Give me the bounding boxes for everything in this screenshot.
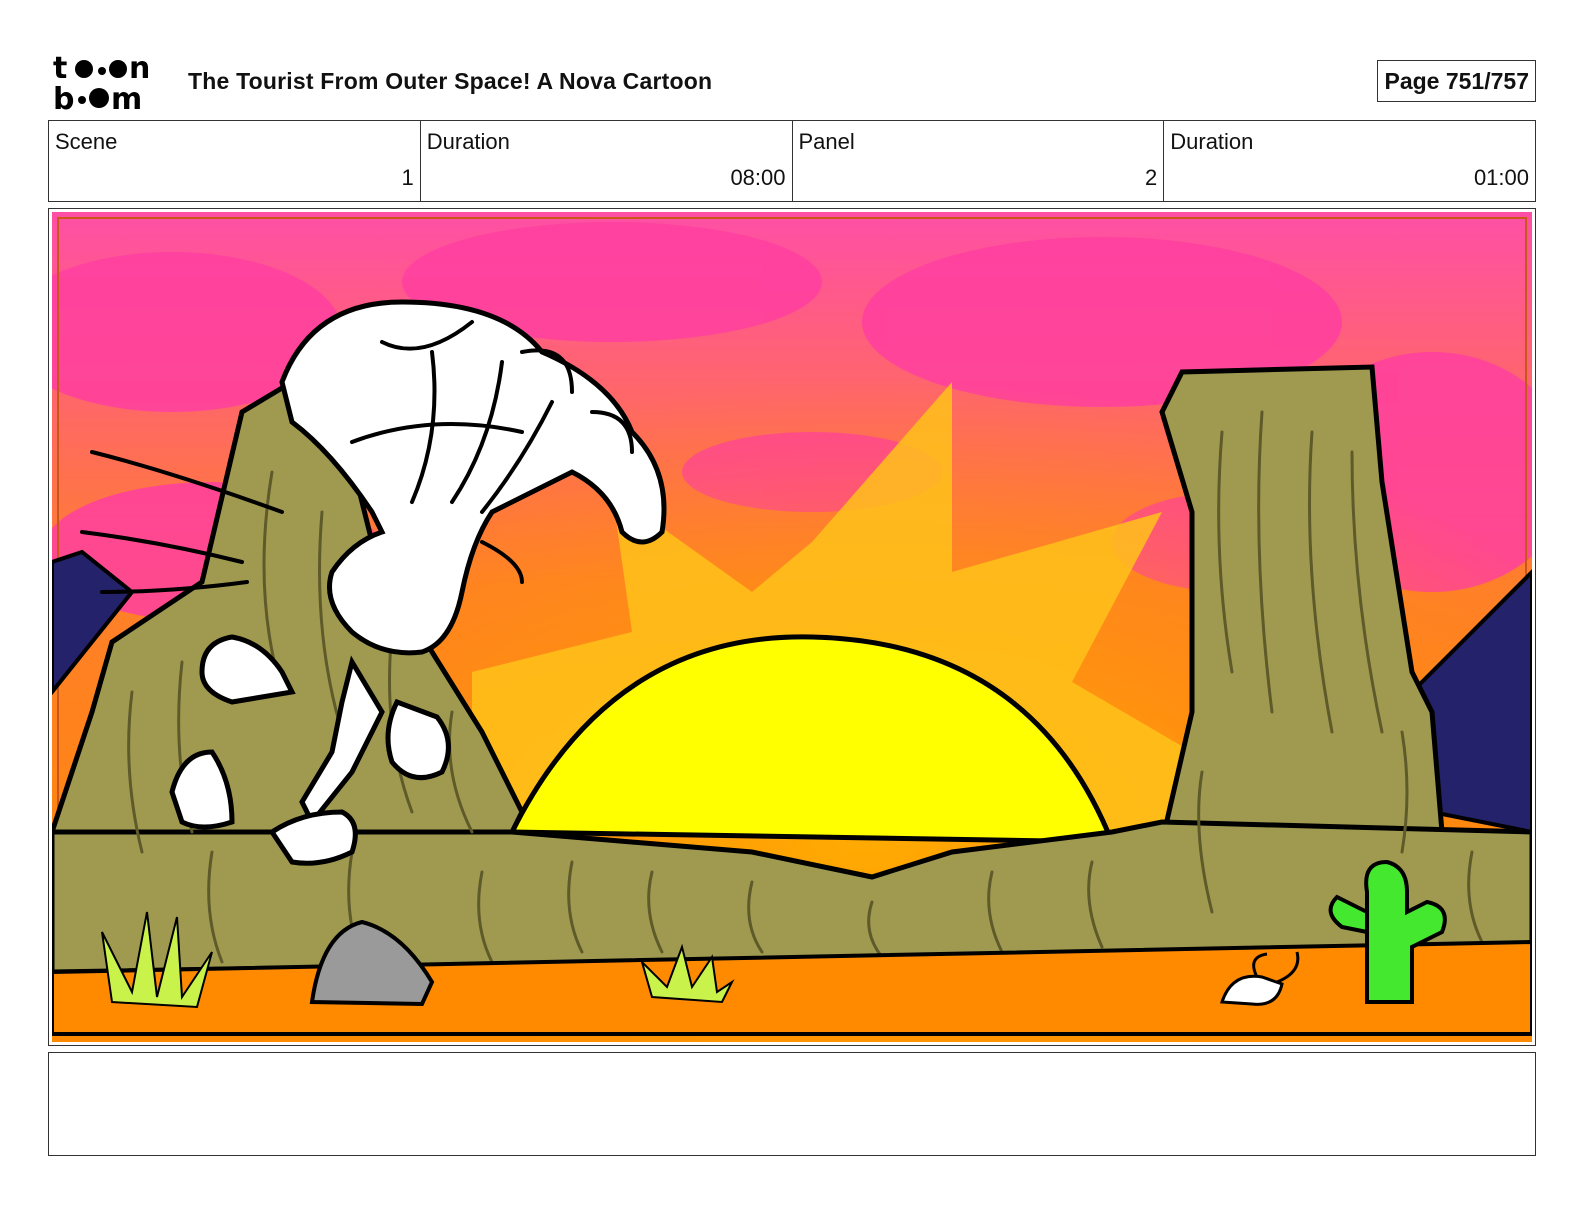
panel-image-frame	[48, 208, 1536, 1046]
scene-duration-cell: Duration 08:00	[421, 121, 793, 201]
panel-value: 2	[1145, 165, 1158, 190]
scene-duration-value: 08:00	[730, 165, 786, 190]
scene-value: 1	[401, 165, 414, 190]
panel-duration-label: Duration	[1170, 129, 1254, 154]
svg-text:m: m	[111, 82, 142, 112]
panel-notes-box[interactable]	[48, 1052, 1536, 1156]
scene-duration-label: Duration	[426, 129, 510, 154]
svg-text:b: b	[53, 82, 74, 112]
panel-cell: Panel 2	[793, 121, 1165, 201]
desert-sunset-illustration	[52, 212, 1532, 1042]
svg-text:n: n	[129, 52, 150, 86]
panel-duration-cell: Duration 01:00	[1164, 121, 1535, 201]
document-title: The Tourist From Outer Space! A Nova Car…	[188, 68, 713, 94]
panel-label: Panel	[798, 129, 855, 154]
panel-duration-value: 01:00	[1473, 165, 1529, 190]
storyboard-header: t n b m The Tourist From Outer Space! A …	[48, 48, 1536, 114]
scene-info-table: Scene 1 Duration 08:00 Panel 2 Duration …	[48, 120, 1536, 202]
toonboom-logo: t n b m	[53, 52, 150, 112]
page-number: Page 751/757	[1377, 60, 1536, 102]
scene-label: Scene	[55, 129, 118, 154]
svg-text:t: t	[53, 52, 67, 86]
scene-cell: Scene 1	[49, 121, 421, 201]
